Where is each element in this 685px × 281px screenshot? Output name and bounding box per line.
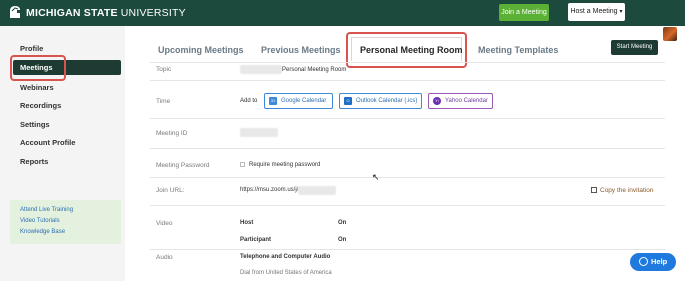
top-header: MICHIGAN STATE UNIVERSITY Join a Meeting… <box>0 0 685 26</box>
link-attend-live-training[interactable]: Attend Live Training <box>20 207 73 213</box>
copy-invitation-link[interactable]: Copy the invitation <box>591 187 653 194</box>
divider <box>150 80 665 81</box>
redacted-topic-name <box>240 65 282 74</box>
link-knowledge-base[interactable]: Knowledge Base <box>20 229 65 235</box>
google-calendar-button[interactable]: 31 Google Calendar <box>264 93 333 109</box>
user-avatar[interactable] <box>663 27 677 41</box>
copy-invitation-label: Copy the invitation <box>600 187 654 194</box>
mouse-cursor-icon: ↖ <box>372 172 380 182</box>
audio-value: Telephone and Computer Audio <box>240 254 331 260</box>
divider <box>150 205 665 206</box>
host-meeting-dropdown[interactable]: Host a Meeting ▾ <box>568 3 625 21</box>
highlight-box-meetings <box>10 55 66 81</box>
meeting-password-label: Meeting Password <box>156 162 210 169</box>
divider <box>150 249 665 250</box>
sidebar-item-account-profile[interactable]: Account Profile <box>20 138 75 147</box>
video-participant-value: On <box>338 237 347 243</box>
university-name: MICHIGAN STATE UNIVERSITY <box>26 6 186 19</box>
msu-logo[interactable]: MICHIGAN STATE UNIVERSITY <box>8 5 186 20</box>
google-calendar-label: Google Calendar <box>281 98 327 104</box>
join-url-label: Join URL: <box>156 187 185 194</box>
topic-value: Personal Meeting Room <box>282 67 347 73</box>
divider <box>150 62 665 63</box>
sidebar-item-settings[interactable]: Settings <box>20 120 50 129</box>
tab-upcoming-meetings[interactable]: Upcoming Meetings <box>158 45 244 55</box>
link-video-tutorials[interactable]: Video Tutorials <box>20 218 60 224</box>
require-password-text: Require meeting password <box>249 162 321 168</box>
yahoo-calendar-button[interactable]: Y! Yahoo Calendar <box>428 93 493 109</box>
sidebar-item-recordings[interactable]: Recordings <box>20 101 61 110</box>
time-label: Time <box>156 98 171 105</box>
start-meeting-button[interactable]: Start Meeting <box>611 40 658 55</box>
meeting-id-label: Meeting ID <box>156 130 188 137</box>
video-host-label: Host <box>240 220 254 226</box>
outlook-calendar-button[interactable]: O Outlook Calendar (.ics) <box>339 93 422 109</box>
chevron-down-icon: ▾ <box>619 9 623 15</box>
divider <box>150 148 665 149</box>
help-links-panel: Attend Live Training Video Tutorials Kno… <box>10 200 121 244</box>
host-meeting-label: Host a Meeting <box>570 8 618 15</box>
join-url-value: https://msu.zoom.us/j/ <box>240 187 299 193</box>
help-button[interactable]: Help <box>630 253 676 271</box>
sidebar-item-profile[interactable]: Profile <box>20 44 43 53</box>
yahoo-calendar-label: Yahoo Calendar <box>445 98 488 104</box>
google-calendar-icon: 31 <box>269 97 277 105</box>
add-to-label: Add to <box>240 98 258 104</box>
divider <box>150 177 665 178</box>
chat-bubble-icon <box>639 257 648 266</box>
spartan-helmet-icon <box>10 6 20 18</box>
audio-label: Audio <box>156 254 173 261</box>
help-label: Help <box>651 257 668 266</box>
join-meeting-button[interactable]: Join a Meeting <box>499 4 549 21</box>
tab-previous-meetings[interactable]: Previous Meetings <box>261 45 341 55</box>
video-label: Video <box>156 220 173 227</box>
tab-meeting-templates[interactable]: Meeting Templates <box>478 45 558 55</box>
redacted-meeting-id <box>240 128 278 137</box>
copy-icon <box>591 187 597 193</box>
sidebar-item-webinars[interactable]: Webinars <box>20 83 54 92</box>
video-participant-label: Participant <box>240 237 272 243</box>
video-host-value: On <box>338 220 347 226</box>
topic-label: Topic <box>156 66 172 73</box>
outlook-calendar-label: Outlook Calendar (.ics) <box>356 98 418 104</box>
checkbox-icon[interactable] <box>240 162 245 167</box>
outlook-icon: O <box>344 97 352 105</box>
divider <box>150 118 665 119</box>
yahoo-icon: Y! <box>433 97 441 105</box>
redacted-url <box>298 186 336 195</box>
dial-from-text: Dial from United States of America <box>240 270 332 276</box>
sidebar-item-reports[interactable]: Reports <box>20 157 48 166</box>
